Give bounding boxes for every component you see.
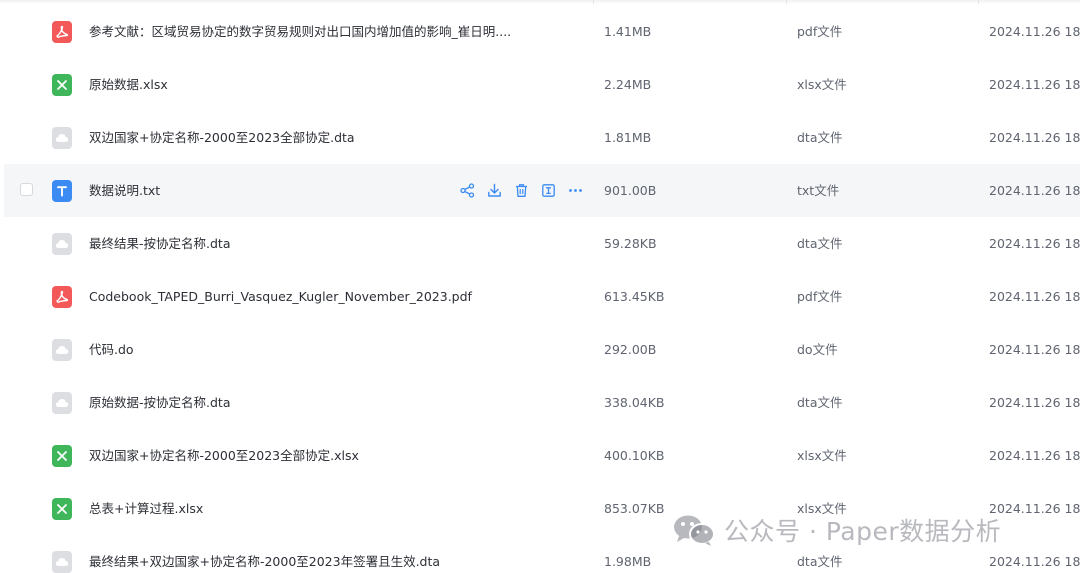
file-row[interactable]: 双边国家+协定名称-2000至2023全部协定.dta 1.81MB dta文件 20…: [0, 111, 1080, 164]
file-type: xlsx文件: [797, 77, 847, 92]
dta-icon: [52, 339, 72, 361]
dta-icon: [52, 233, 72, 255]
file-type: txt文件: [797, 183, 840, 198]
file-row[interactable]: 总表+计算过程.xlsx 853.07KB xlsx文件 2024.11.26 18:…: [0, 482, 1080, 535]
file-row[interactable]: 参考文献：区域贸易协定的数字贸易规则对出口国内增加值的影响_崔日明.... 1.4…: [0, 5, 1080, 58]
file-size: 292.00B: [604, 342, 657, 357]
file-list: 参考文献：区域贸易协定的数字贸易规则对出口国内增加值的影响_崔日明.... 1.4…: [0, 0, 1080, 573]
row-checkbox[interactable]: [20, 183, 33, 196]
file-name[interactable]: 总表+计算过程.xlsx: [89, 482, 203, 535]
file-size: 1.98MB: [604, 554, 652, 569]
delete-icon[interactable]: [512, 181, 531, 199]
file-row[interactable]: 最终结果+双边国家+协定名称-2000至2023年签署且生效.dta 1.98MB…: [0, 535, 1080, 573]
xlsx-icon: [52, 498, 72, 520]
txt-icon: [52, 180, 72, 202]
file-name[interactable]: 最终结果+双边国家+协定名称-2000至2023年签署且生效.dta: [89, 535, 440, 573]
more-icon[interactable]: [566, 181, 585, 199]
file-size: 59.28KB: [604, 236, 657, 251]
file-name[interactable]: 代码.do: [89, 323, 134, 376]
column-divider: [593, 0, 594, 4]
file-size: 338.04KB: [604, 395, 665, 410]
xlsx-icon: [52, 74, 72, 96]
file-size: 1.41MB: [604, 24, 652, 39]
file-row[interactable]: 双边国家+协定名称-2000至2023全部协定.xlsx 400.10KB xlsx…: [0, 429, 1080, 482]
file-date: 2024.11.26 18:3: [989, 342, 1080, 357]
file-size: 2.24MB: [604, 77, 652, 92]
file-row[interactable]: Codebook_TAPED_Burri_Vasquez_Kugler_Nove…: [0, 270, 1080, 323]
file-size: 400.10KB: [604, 448, 665, 463]
file-date: 2024.11.26 18:3: [989, 77, 1080, 92]
pdf-icon: [52, 286, 72, 308]
file-name[interactable]: 原始数据-按协定名称.dta: [89, 376, 230, 429]
file-name[interactable]: 原始数据.xlsx: [89, 58, 168, 111]
file-date: 2024.11.26 18:3: [989, 501, 1080, 516]
column-divider: [786, 0, 787, 4]
file-type: dta文件: [797, 236, 843, 251]
file-date: 2024.11.26 18:3: [989, 24, 1080, 39]
file-type: pdf文件: [797, 289, 843, 304]
file-name[interactable]: 数据说明.txt: [89, 164, 160, 217]
file-date: 2024.11.26 18:3: [989, 183, 1080, 198]
download-icon[interactable]: [485, 181, 504, 199]
table-top-border: [0, 0, 1080, 4]
dta-icon: [52, 551, 72, 573]
pdf-icon: [52, 21, 72, 43]
file-size: 613.45KB: [604, 289, 665, 304]
file-type: dta文件: [797, 554, 843, 569]
file-date: 2024.11.26 18:3: [989, 395, 1080, 410]
file-size: 901.00B: [604, 183, 657, 198]
file-row[interactable]: 原始数据-按协定名称.dta 338.04KB dta文件 2024.11.26 18…: [0, 376, 1080, 429]
file-name[interactable]: 双边国家+协定名称-2000至2023全部协定.xlsx: [89, 429, 359, 482]
file-date: 2024.11.26 18:3: [989, 236, 1080, 251]
file-row[interactable]: 代码.do 292.00B do文件 2024.11.26 18:3: [0, 323, 1080, 376]
file-row[interactable]: 原始数据.xlsx 2.24MB xlsx文件 2024.11.26 18:3: [0, 58, 1080, 111]
rename-icon[interactable]: [539, 181, 558, 199]
dta-icon: [52, 127, 72, 149]
xlsx-icon: [52, 445, 72, 467]
file-type: do文件: [797, 342, 838, 357]
file-row[interactable]: 最终结果-按协定名称.dta 59.28KB dta文件 2024.11.26 18:…: [0, 217, 1080, 270]
dta-icon: [52, 392, 72, 414]
file-row[interactable]: 数据说明.txt 901.00B txt文件 2024.11.26 18:3: [4, 164, 1080, 217]
file-type: xlsx文件: [797, 448, 847, 463]
file-name[interactable]: Codebook_TAPED_Burri_Vasquez_Kugler_Nove…: [89, 270, 472, 323]
file-name[interactable]: 最终结果-按协定名称.dta: [89, 217, 230, 270]
file-date: 2024.11.26 18:3: [989, 554, 1080, 569]
column-divider: [978, 0, 979, 4]
file-name[interactable]: 双边国家+协定名称-2000至2023全部协定.dta: [89, 111, 355, 164]
file-date: 2024.11.26 18:3: [989, 289, 1080, 304]
file-date: 2024.11.26 18:3: [989, 448, 1080, 463]
share-icon[interactable]: [458, 181, 477, 199]
row-actions: [458, 181, 585, 199]
file-type: xlsx文件: [797, 501, 847, 516]
file-type: pdf文件: [797, 24, 843, 39]
file-date: 2024.11.26 18:3: [989, 130, 1080, 145]
file-type: dta文件: [797, 130, 843, 145]
file-type: dta文件: [797, 395, 843, 410]
file-size: 1.81MB: [604, 130, 652, 145]
file-name[interactable]: 参考文献：区域贸易协定的数字贸易规则对出口国内增加值的影响_崔日明....: [89, 5, 511, 58]
file-size: 853.07KB: [604, 501, 665, 516]
